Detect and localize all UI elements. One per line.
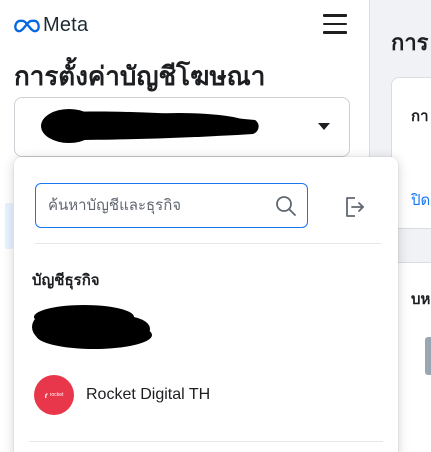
redacted-account-name: [41, 109, 259, 143]
business-item-name: Rocket Digital TH: [86, 386, 211, 403]
meta-logo[interactable]: Meta: [14, 14, 88, 37]
selected-nav-highlight: [5, 203, 13, 249]
secondary-card-title: บห: [411, 291, 431, 308]
logout-icon[interactable]: [341, 194, 367, 220]
info-card-link[interactable]: ปิด: [411, 188, 430, 212]
divider: [29, 441, 383, 442]
page-title: การตั้งค่าบัญชีโฆษณา: [14, 61, 266, 91]
divider: [35, 243, 381, 244]
meta-wordmark: Meta: [43, 14, 89, 36]
business-item-rocket-digital[interactable]: ɾ rocket Rocket Digital TH: [34, 375, 374, 419]
hamburger-menu-icon[interactable]: [323, 14, 347, 36]
search-input[interactable]: [48, 193, 268, 217]
search-field[interactable]: [35, 183, 308, 228]
info-card-title: กา: [411, 108, 429, 125]
caret-down-icon: [318, 123, 330, 130]
section-header-business-accounts: บัญชีธุรกิจ: [32, 272, 100, 289]
meta-infinity-icon: [14, 19, 40, 32]
content-title: การ: [391, 30, 429, 55]
thumbnail-image: [425, 337, 431, 375]
top-bar: Meta: [0, 0, 370, 50]
ad-account-selector[interactable]: [14, 97, 350, 157]
account-switcher-dropdown: บัญชีธุรกิจ ɾ rocket Rocket Digital TH: [14, 157, 398, 452]
search-icon[interactable]: [274, 194, 298, 218]
redacted-business-item[interactable]: [24, 299, 154, 355]
rocket-logo: ɾ rocket: [34, 375, 74, 415]
